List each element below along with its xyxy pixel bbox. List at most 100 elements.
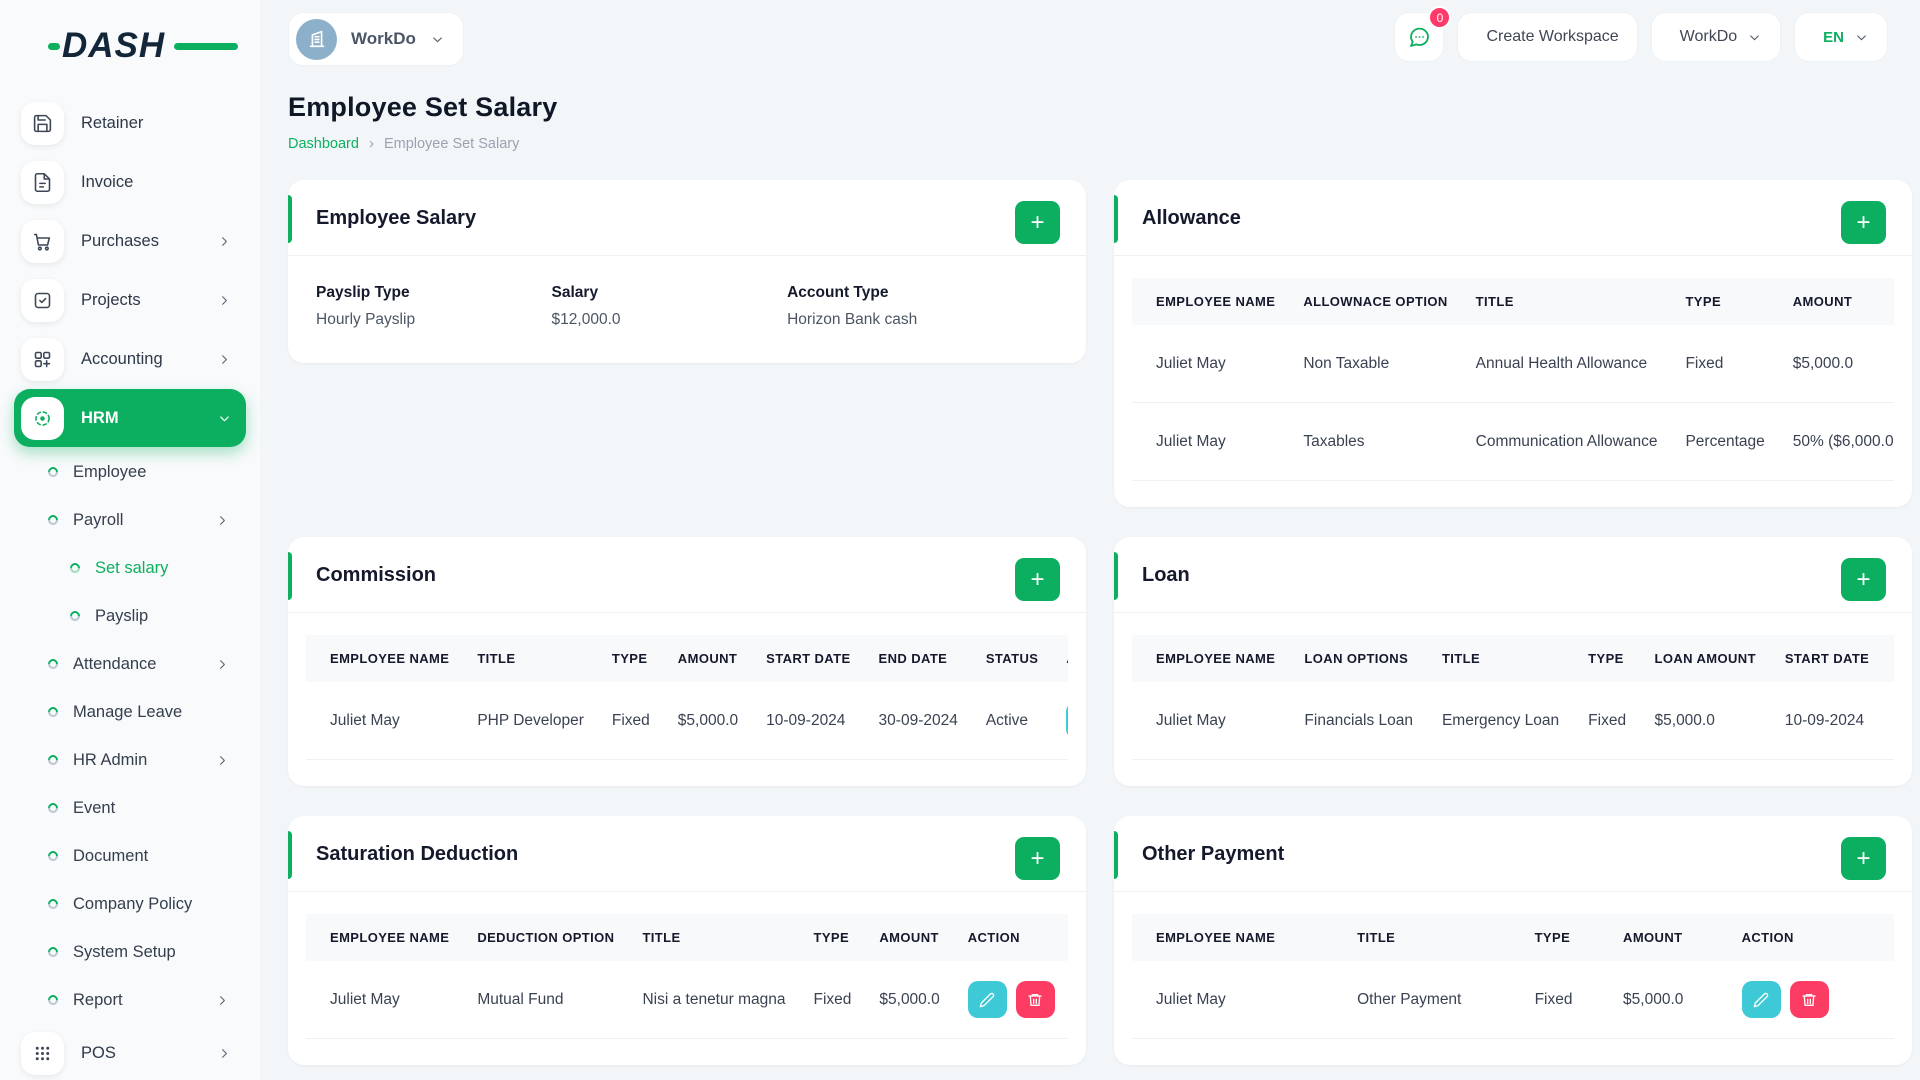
- bullet-icon: [45, 992, 61, 1008]
- table-cell: 10-09-2024: [752, 682, 865, 760]
- table-row: Juliet May Non Taxable Annual Health Allow…: [1132, 325, 1894, 403]
- sidebar-item-company-policy[interactable]: Company Policy: [14, 880, 246, 928]
- sidebar-item-document[interactable]: Document: [14, 832, 246, 880]
- sidebar-item-event[interactable]: Event: [14, 784, 246, 832]
- employee-salary-card: Employee Salary + Payslip Type Hourly Pa…: [288, 180, 1086, 363]
- sidebar-item-manage-leave[interactable]: Manage Leave: [14, 688, 246, 736]
- breadcrumb-dashboard-link[interactable]: Dashboard: [288, 136, 359, 152]
- column-header-deduction-option: DEDUCTION OPTION: [463, 914, 629, 961]
- chevron-right-icon: [217, 352, 232, 367]
- logo-dash-accent: [48, 43, 60, 50]
- bullet-icon: [45, 464, 61, 480]
- dash-logo[interactable]: DASH: [48, 24, 238, 68]
- table-cell: Fixed: [597, 682, 664, 760]
- table-cell: Juliet May: [306, 682, 464, 760]
- add-other-payment-button[interactable]: +: [1841, 837, 1886, 880]
- bullet-icon: [45, 704, 61, 720]
- column-header-action: ACTION: [1052, 635, 1068, 682]
- column-header-loan-options: LOAN OPTIONS: [1290, 635, 1428, 682]
- sidebar-item-payslip[interactable]: Payslip: [14, 592, 246, 640]
- bullet-icon: [45, 800, 61, 816]
- bullet-icon: [45, 896, 61, 912]
- table-row: Juliet May Mutual Fund Nisi a tenetur magn…: [306, 961, 1068, 1039]
- chevron-down-icon: [430, 32, 445, 47]
- saturation-deduction-card: Saturation Deduction + EMPLOYEE NAME DEDU…: [288, 816, 1086, 1065]
- sidebar-item-hrm[interactable]: HRM: [14, 389, 246, 447]
- sidebar-item-purchases[interactable]: Purchases: [14, 212, 246, 270]
- chevron-right-icon: [217, 1046, 232, 1061]
- add-loan-button[interactable]: +: [1841, 558, 1886, 601]
- column-header-amount: AMOUNT: [865, 914, 954, 961]
- column-header-start-date: START DATE: [752, 635, 865, 682]
- employee-salary-fields: Payslip Type Hourly Payslip Salary $12,0…: [288, 256, 1086, 363]
- bullet-icon: [67, 560, 83, 576]
- field-account-type: Account Type Horizon Bank cash: [787, 284, 1058, 329]
- sidebar-item-label: Retainer: [81, 113, 144, 132]
- table-cell: Annual Health Allowance: [1461, 325, 1672, 403]
- sidebar-item-label: Payroll: [73, 510, 124, 529]
- sidebar-item-projects[interactable]: Projects: [14, 271, 246, 329]
- card-header: Saturation Deduction +: [288, 816, 1086, 892]
- edit-button[interactable]: [967, 981, 1007, 1018]
- sidebar-item-attendance[interactable]: Attendance: [14, 640, 246, 688]
- check-square-icon: [21, 278, 64, 322]
- sidebar-item-pos[interactable]: POS: [14, 1024, 246, 1080]
- field-label: Payslip Type: [316, 284, 410, 301]
- edit-button[interactable]: [1066, 702, 1068, 739]
- create-workspace-button[interactable]: Create Workspace: [1457, 12, 1638, 62]
- workspace-avatar: [296, 18, 337, 60]
- add-employee-salary-button[interactable]: +: [1015, 201, 1060, 244]
- column-header-loan-amount: LOAN AMOUNT: [1640, 635, 1771, 682]
- sidebar-item-hr-admin[interactable]: HR Admin: [14, 736, 246, 784]
- action-cell: [953, 961, 1068, 1039]
- table-cell: Mutual Fund: [463, 961, 629, 1039]
- workspace-name: WorkDo: [351, 29, 416, 48]
- sidebar-item-payroll[interactable]: Payroll: [14, 496, 246, 544]
- sidebar-item-accounting[interactable]: Accounting: [14, 330, 246, 388]
- card-header: Other Payment +: [1114, 816, 1912, 892]
- sidebar-item-system-setup[interactable]: System Setup: [14, 928, 246, 976]
- add-commission-button[interactable]: +: [1015, 558, 1060, 601]
- table-cell: $5,000.0: [1640, 682, 1771, 760]
- column-header-employee-name: EMPLOYEE NAME: [1132, 278, 1290, 325]
- chat-button[interactable]: 0: [1394, 6, 1452, 62]
- sidebar-item-set-salary[interactable]: Set salary: [14, 544, 246, 592]
- sidebar-item-report[interactable]: Report: [14, 976, 246, 1024]
- field-label: Account Type: [787, 284, 889, 301]
- floppy-icon: [21, 101, 64, 145]
- table-cell: $5,000.0: [1778, 325, 1894, 403]
- table-row: Juliet May Taxables Communication Allowanc…: [1132, 402, 1894, 481]
- table-cell: Fixed: [1574, 682, 1641, 760]
- edit-button[interactable]: [1741, 981, 1781, 1018]
- language-label: EN: [1823, 28, 1844, 46]
- column-header-type: TYPE: [799, 914, 866, 961]
- add-allowance-button[interactable]: +: [1841, 201, 1886, 244]
- column-header-title: TITLE: [463, 635, 598, 682]
- page-title: Employee Set Salary: [288, 92, 558, 122]
- sidebar-item-label: POS: [81, 1043, 116, 1062]
- bullet-icon: [45, 512, 61, 528]
- action-cell: [1052, 682, 1068, 760]
- main-area: WorkDo 0 Create Workspace WorkDo EN Empl…: [260, 0, 1920, 1080]
- table-cell: Other Payment: [1343, 961, 1521, 1039]
- table-cell: PHP Developer: [463, 682, 598, 760]
- sidebar-item-label: Accounting: [81, 349, 163, 368]
- delete-button[interactable]: [1015, 981, 1055, 1018]
- delete-button[interactable]: [1789, 981, 1829, 1018]
- hub-icon: [21, 396, 64, 440]
- table-cell: Nisi a tenetur magna: [628, 961, 800, 1039]
- column-header-action: ACTION: [953, 914, 1068, 961]
- page-head: Employee Set Salary Dashboard › Employee…: [288, 92, 1912, 152]
- workspace-pill[interactable]: WorkDo: [288, 12, 464, 66]
- workspace-switcher[interactable]: WorkDo: [1650, 12, 1782, 62]
- sidebar-item-label: Company Policy: [73, 894, 193, 913]
- language-selector[interactable]: EN: [1794, 12, 1888, 62]
- field-salary: Salary $12,000.0: [552, 284, 788, 329]
- sidebar-item-invoice[interactable]: Invoice: [14, 153, 246, 211]
- add-saturation-deduction-button[interactable]: +: [1015, 837, 1060, 880]
- column-header-type: TYPE: [597, 635, 664, 682]
- chevron-down-icon: [1747, 30, 1762, 45]
- sidebar-item-employee[interactable]: Employee: [14, 448, 246, 496]
- field-value: $12,000.0: [551, 311, 621, 328]
- sidebar-item-retainer[interactable]: Retainer: [14, 94, 246, 152]
